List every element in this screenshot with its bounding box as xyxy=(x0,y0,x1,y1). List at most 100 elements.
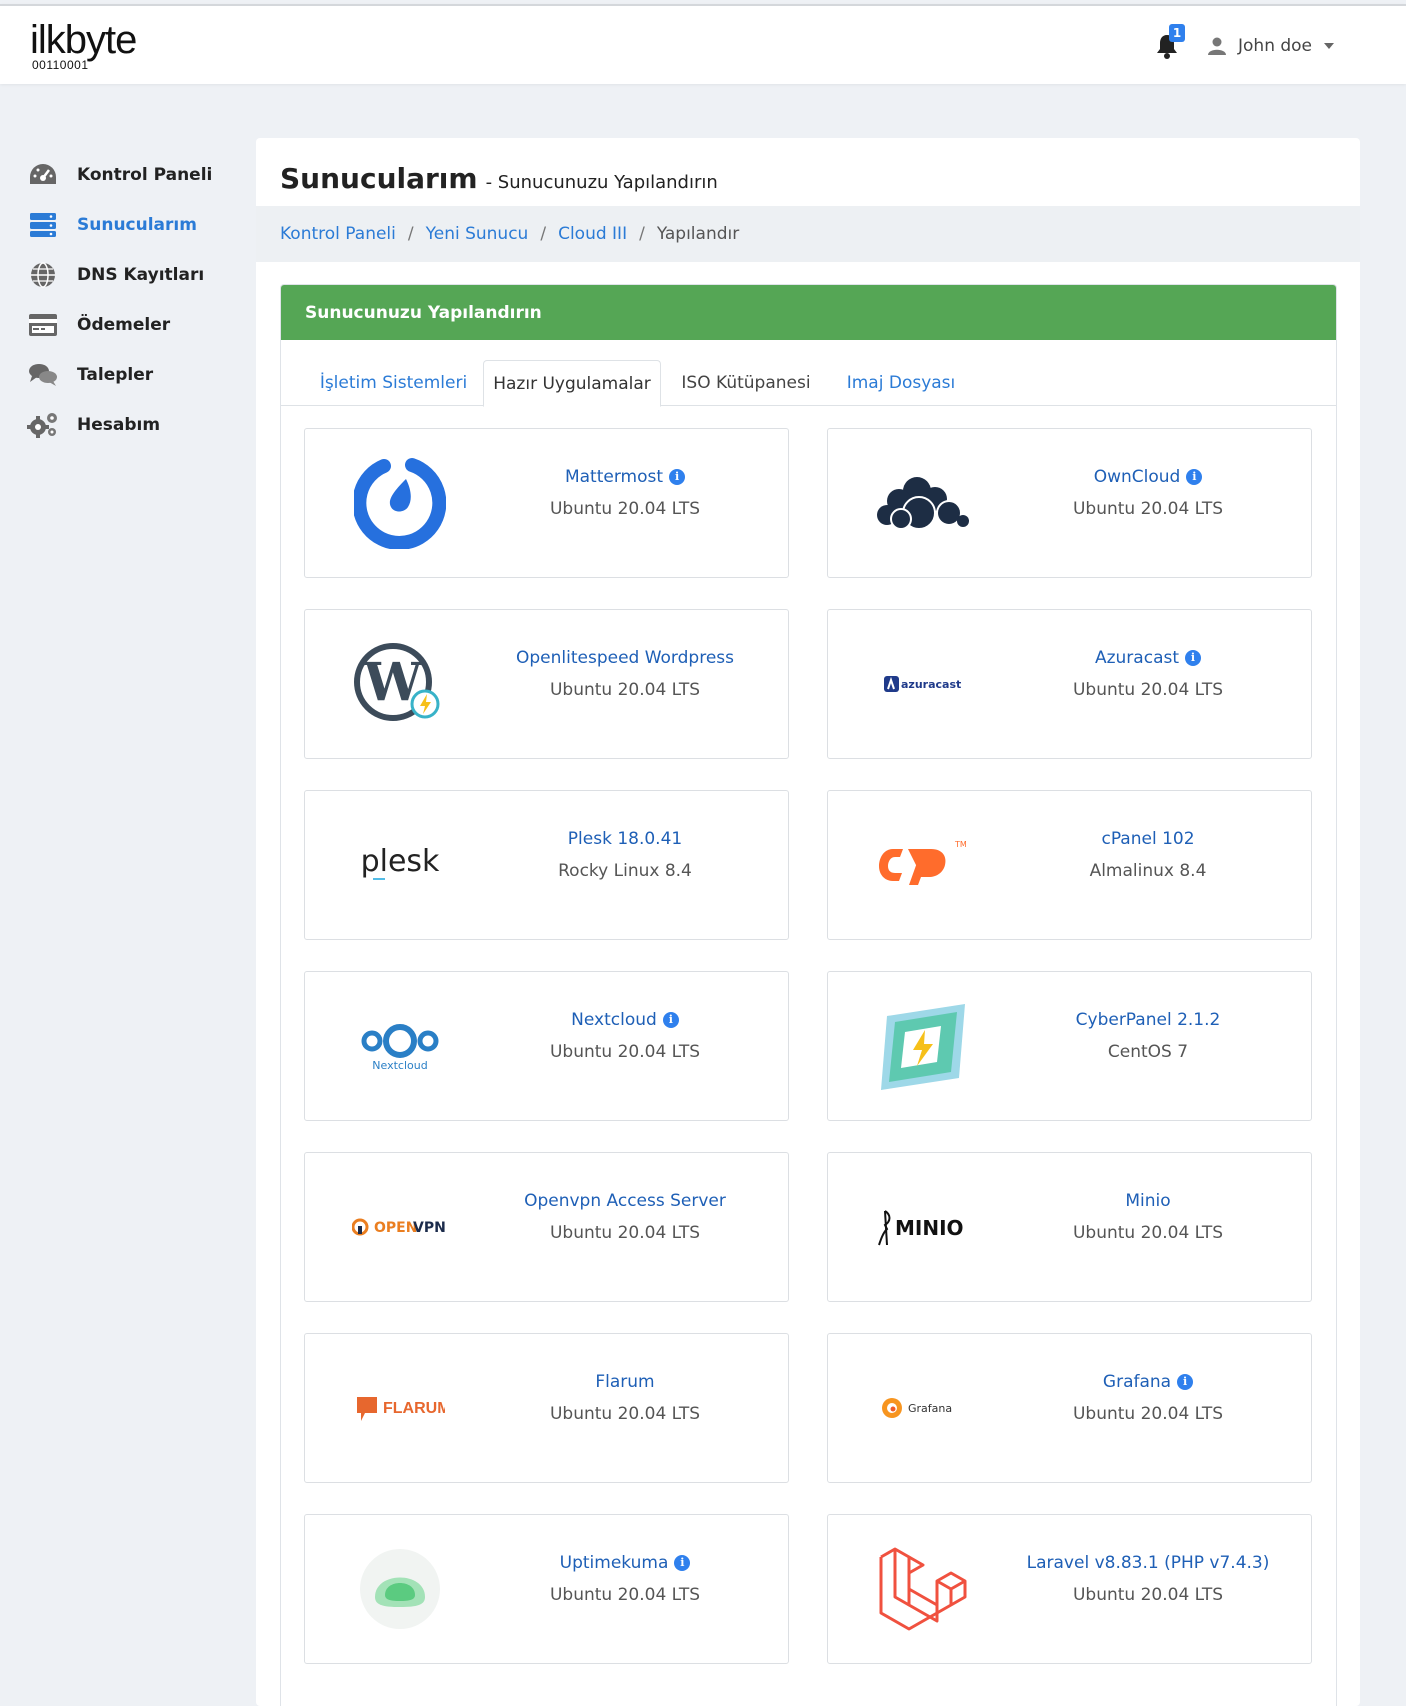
page-title: Sunucularım xyxy=(280,162,478,195)
info-icon[interactable]: i xyxy=(1186,469,1203,485)
app-os: Ubuntu 20.04 LTS xyxy=(549,499,700,519)
logo-subtext: 00110001 xyxy=(32,58,89,72)
card-title: Sunucunuzu Yapılandırın xyxy=(305,302,542,323)
app-card-laravel[interactable]: Laravel v8.83.1 (PHP v7.4.3) Ubuntu 20.0… xyxy=(827,1514,1312,1664)
tab-hazir-uygulamalar[interactable]: Hazır Uygulamalar xyxy=(483,360,661,407)
sidebar-item-odemeler[interactable]: Ödemeler xyxy=(27,300,212,350)
server-icon xyxy=(27,209,59,241)
top-navbar: ilkbyte 00110001 1 John doe xyxy=(0,4,1406,84)
tab-imaj-dosyasi[interactable]: Imaj Dosyası xyxy=(831,360,971,406)
page-header: Sunucularım - Sunucunuzu Yapılandırın xyxy=(280,162,718,195)
app-card-openlitespeed-wordpress[interactable]: W Openlitespeed Wordpress Ubuntu 20.04 L… xyxy=(304,609,789,759)
app-card-plesk[interactable]: plesk Plesk 18.0.41 Rocky Linux 8.4 xyxy=(304,790,789,940)
configure-card: Sunucunuzu Yapılandırın İşletim Sistemle… xyxy=(280,284,1337,1706)
plesk-logo: plesk xyxy=(345,809,455,921)
app-name-text: OwnCloud xyxy=(1093,467,1181,487)
openvpn-logo: OPEN VPN xyxy=(345,1171,455,1283)
app-name-text: Nextcloud xyxy=(571,1010,657,1030)
openvpn-logo-text-open: OPEN xyxy=(374,1220,417,1236)
mattermost-logo xyxy=(345,447,455,559)
sidebar-item-dns-kayitlari[interactable]: DNS Kayıtları xyxy=(27,250,212,300)
app-card-mattermost[interactable]: Mattermost i Ubuntu 20.04 LTS xyxy=(304,428,789,578)
azuracast-logo-text: azuracast xyxy=(901,678,961,691)
app-name-text: Openlitespeed Wordpress xyxy=(515,648,734,668)
breadcrumb-separator: / xyxy=(639,224,645,244)
minio-logo-text: MINIO xyxy=(895,1216,964,1240)
info-icon[interactable]: i xyxy=(1185,650,1202,666)
cyberpanel-logo xyxy=(868,990,978,1102)
app-card-owncloud[interactable]: OwnCloud i Ubuntu 20.04 LTS xyxy=(827,428,1312,578)
app-name: Uptimekuma i xyxy=(560,1553,691,1573)
app-name: Grafana i xyxy=(1103,1372,1194,1392)
owncloud-logo xyxy=(868,447,978,559)
dashboard-gauge-icon xyxy=(27,159,59,191)
app-os: Ubuntu 20.04 LTS xyxy=(1072,680,1223,700)
sidebar-item-hesabim[interactable]: Hesabım xyxy=(27,400,212,450)
ilkbyte-logo[interactable]: ilkbyte 00110001 xyxy=(30,20,137,72)
app-os: Ubuntu 20.04 LTS xyxy=(1072,1223,1223,1243)
app-card-flarum[interactable]: FLARUM Flarum Ubuntu 20.04 LTS xyxy=(304,1333,789,1483)
breadcrumb-separator: / xyxy=(407,224,414,244)
main-panel: Sunucularım - Sunucunuzu Yapılandırın Ko… xyxy=(256,138,1360,1706)
app-info: Openvpn Access Server Ubuntu 20.04 LTS xyxy=(455,1191,795,1243)
grafana-logo-text: Grafana xyxy=(908,1402,952,1415)
uptimekuma-logo xyxy=(345,1533,455,1645)
app-card-azuracast[interactable]: azuracast Azuracast i Ubuntu 20.04 LTS xyxy=(827,609,1312,759)
app-name: OwnCloud i xyxy=(1094,467,1203,487)
app-name: Mattermost i xyxy=(565,467,686,487)
breadcrumb-separator: / xyxy=(540,224,547,244)
app-card-cpanel[interactable]: TM cPanel 102 Almalinux 8.4 xyxy=(827,790,1312,940)
nextcloud-logo-text: Nextcloud xyxy=(372,1059,427,1072)
app-os: Almalinux 8.4 xyxy=(1089,861,1207,881)
app-card-nextcloud[interactable]: Nextcloud Nextcloud i Ubuntu 20.04 LTS xyxy=(304,971,789,1121)
laravel-logo xyxy=(868,1533,978,1645)
app-name-text: Laravel v8.83.1 (PHP v7.4.3) xyxy=(1026,1553,1270,1573)
minio-logo: MINIO xyxy=(868,1171,978,1283)
app-card-openvpn[interactable]: OPEN VPN Openvpn Access Server Ubuntu 20.… xyxy=(304,1152,789,1302)
grafana-logo: Grafana xyxy=(868,1352,978,1464)
info-icon[interactable]: i xyxy=(1177,1374,1194,1390)
app-name: cPanel 102 xyxy=(1101,829,1194,849)
app-info: Plesk 18.0.41 Rocky Linux 8.4 xyxy=(455,829,795,881)
app-info: Minio Ubuntu 20.04 LTS xyxy=(978,1191,1318,1243)
info-icon[interactable]: i xyxy=(674,1555,691,1571)
app-name-text: CyberPanel 2.1.2 xyxy=(1075,1010,1221,1030)
user-menu-dropdown[interactable]: John doe xyxy=(1208,34,1335,58)
app-info: Uptimekuma i Ubuntu 20.04 LTS xyxy=(455,1553,795,1605)
globe-icon xyxy=(27,259,59,291)
app-card-cyberpanel[interactable]: CyberPanel 2.1.2 CentOS 7 xyxy=(827,971,1312,1121)
cpanel-logo: TM xyxy=(868,809,978,921)
app-name-text: Openvpn Access Server xyxy=(524,1191,726,1211)
tab-bar: İşletim Sistemleri Hazır Uygulamalar ISO… xyxy=(281,340,1336,407)
app-os: Ubuntu 20.04 LTS xyxy=(549,1404,700,1424)
tab-iso-kutupanesi[interactable]: ISO Kütüpanesi xyxy=(661,360,831,406)
app-os: Ubuntu 20.04 LTS xyxy=(1072,499,1223,519)
sidebar-item-sunucularim[interactable]: Sunucularım xyxy=(27,200,212,250)
app-card-minio[interactable]: MINIO Minio Ubuntu 20.04 LTS xyxy=(827,1152,1312,1302)
app-name-text: cPanel 102 xyxy=(1101,829,1195,849)
sidebar-item-talepler[interactable]: Talepler xyxy=(27,350,212,400)
breadcrumb-kontrol-paneli[interactable]: Kontrol Paneli xyxy=(280,224,396,244)
breadcrumb-yeni-sunucu[interactable]: Yeni Sunucu xyxy=(426,224,529,244)
sidebar-item-kontrol-paneli[interactable]: Kontrol Paneli xyxy=(27,150,212,200)
chevron-down-icon xyxy=(1324,43,1335,49)
nextcloud-logo: Nextcloud xyxy=(345,990,455,1102)
app-info: Mattermost i Ubuntu 20.04 LTS xyxy=(455,467,795,519)
info-icon[interactable]: i xyxy=(662,1012,679,1028)
cpanel-trademark-text: TM xyxy=(954,840,967,849)
app-name: Minio xyxy=(1125,1191,1170,1211)
info-icon[interactable]: i xyxy=(669,469,686,485)
flarum-logo: FLARUM xyxy=(345,1352,455,1464)
sidebar-item-label: Sunucularım xyxy=(77,215,197,235)
app-name-text: Minio xyxy=(1125,1191,1171,1211)
breadcrumb-cloud-iii[interactable]: Cloud III xyxy=(558,224,627,244)
breadcrumb: Kontrol Paneli / Yeni Sunucu / Cloud III… xyxy=(256,206,1360,262)
tab-isletim-sistemleri[interactable]: İşletim Sistemleri xyxy=(301,360,486,406)
sidebar-item-label: DNS Kayıtları xyxy=(77,265,205,285)
app-info: Openlitespeed Wordpress Ubuntu 20.04 LTS xyxy=(455,648,795,700)
app-card-uptimekuma[interactable]: Uptimekuma i Ubuntu 20.04 LTS xyxy=(304,1514,789,1664)
app-card-grafana[interactable]: Grafana Grafana i Ubuntu 20.04 LTS xyxy=(827,1333,1312,1483)
flarum-logo-text: FLARUM xyxy=(383,1400,445,1417)
app-os: Ubuntu 20.04 LTS xyxy=(549,1223,700,1243)
app-info: Nextcloud i Ubuntu 20.04 LTS xyxy=(455,1010,795,1062)
